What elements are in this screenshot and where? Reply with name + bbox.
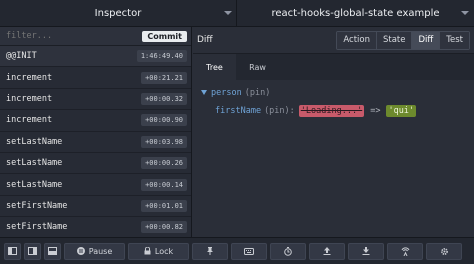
action-name: increment xyxy=(6,93,53,104)
chevron-down-icon xyxy=(461,11,469,15)
action-list-item[interactable]: setLastName +00:03.98 xyxy=(0,132,191,153)
pause-icon xyxy=(76,247,85,255)
action-time: +00:00.32 xyxy=(141,92,187,105)
expand-triangle-icon[interactable] xyxy=(201,90,207,95)
chevron-down-icon xyxy=(224,11,232,15)
monitor-tabs: Action State Diff Test xyxy=(336,30,470,50)
pin-button[interactable] xyxy=(192,242,228,260)
action-list-item[interactable]: @@INIT 1:46:49.40 xyxy=(0,46,191,68)
lock-label: Lock xyxy=(154,246,174,256)
monitor-title: Diff xyxy=(197,35,213,45)
monitor-panel: Diff Action State Diff Test Tree Raw per… xyxy=(193,27,474,237)
keyboard-icon xyxy=(244,247,254,255)
tree-node-person[interactable]: person (pin) xyxy=(201,86,466,99)
action-list-item[interactable]: increment +00:00.32 xyxy=(0,89,191,111)
export-button[interactable] xyxy=(348,242,384,260)
dock-right-button[interactable] xyxy=(24,242,41,260)
dock-bottom-icon xyxy=(48,247,57,255)
pin-link[interactable]: (pin) xyxy=(245,88,271,98)
dock-left-button[interactable] xyxy=(4,242,21,260)
action-name: increment xyxy=(6,115,53,126)
monitor-select[interactable]: Inspector xyxy=(0,0,237,27)
action-time: +00:00.82 xyxy=(141,221,187,234)
pause-button[interactable]: Pause xyxy=(64,242,125,260)
remote-icon xyxy=(401,246,409,256)
action-name: setLastName xyxy=(6,179,63,190)
action-time: +00:21.21 xyxy=(141,71,187,84)
upload-icon xyxy=(323,247,331,255)
tab-test[interactable]: Test xyxy=(439,31,469,49)
filter-row: Commit xyxy=(0,27,191,46)
new-value: 'qui' xyxy=(386,104,417,117)
action-list-panel: Commit @@INIT 1:46:49.40 increment +00:21.2… xyxy=(0,27,192,239)
remote-button[interactable] xyxy=(387,242,423,260)
timer-icon xyxy=(284,246,292,256)
action-name: increment xyxy=(6,72,53,83)
instance-select-label: react-hooks-global-state example xyxy=(271,8,440,19)
action-name: setFirstName xyxy=(6,200,68,211)
action-time: 1:46:49.40 xyxy=(136,50,187,63)
commit-button[interactable]: Commit xyxy=(142,30,187,42)
action-list-item[interactable]: increment +00:00.90 xyxy=(0,110,191,132)
tab-action[interactable]: Action xyxy=(337,31,376,49)
tab-diff[interactable]: Diff xyxy=(411,31,440,49)
old-value: 'Loading...' xyxy=(298,104,365,117)
action-list-item[interactable]: setLastName +00:00.26 xyxy=(0,153,191,175)
slider-button[interactable] xyxy=(270,242,306,260)
tab-raw[interactable]: Raw xyxy=(236,54,279,80)
monitor-header: Diff Action State Diff Test xyxy=(193,27,474,54)
action-list-item[interactable]: setFirstName +00:00.82 xyxy=(0,217,191,239)
action-list-item[interactable]: increment +00:21.21 xyxy=(0,67,191,89)
action-time: +00:03.98 xyxy=(141,135,187,148)
tab-state[interactable]: State xyxy=(375,31,412,49)
tree-node-firstname: firstName (pin): 'Loading...' => 'qui' xyxy=(201,103,466,118)
action-name: setLastName xyxy=(6,136,63,147)
view-tabs: Tree Raw xyxy=(193,54,474,80)
action-time: +00:00.26 xyxy=(141,157,187,170)
tree-key: firstName xyxy=(215,105,262,116)
settings-icon xyxy=(440,247,448,255)
lock-button[interactable]: Lock xyxy=(128,242,189,260)
pin-link[interactable]: (pin): xyxy=(264,106,295,116)
action-time: +00:00.14 xyxy=(141,178,187,191)
settings-button[interactable] xyxy=(426,242,462,260)
dock-bottom-button[interactable] xyxy=(44,242,61,260)
import-button[interactable] xyxy=(309,242,345,260)
dock-right-icon xyxy=(28,247,37,255)
action-time: +00:00.90 xyxy=(141,114,187,127)
monitor-select-label: Inspector xyxy=(94,8,142,19)
bottom-toolbar: Pause Lock xyxy=(0,237,474,264)
action-list-item[interactable]: setLastName +00:00.14 xyxy=(0,174,191,196)
lock-icon xyxy=(144,247,151,255)
action-name: setLastName xyxy=(6,158,63,169)
diff-tree: person (pin) firstName (pin): 'Loading..… xyxy=(193,80,474,124)
pin-icon xyxy=(207,247,213,255)
dock-left-icon xyxy=(8,247,17,255)
diff-arrow: => xyxy=(370,105,381,116)
tab-tree[interactable]: Tree xyxy=(193,54,236,80)
action-name: @@INIT xyxy=(6,51,37,62)
download-icon xyxy=(362,247,370,255)
action-list: @@INIT 1:46:49.40 increment +00:21.21 increm… xyxy=(0,46,191,239)
top-bar: Inspector react-hooks-global-state examp… xyxy=(0,0,474,27)
filter-input[interactable] xyxy=(6,31,143,41)
action-name: setFirstName xyxy=(6,222,68,233)
dispatcher-button[interactable] xyxy=(231,242,267,260)
pause-label: Pause xyxy=(88,246,113,256)
action-time: +00:01.01 xyxy=(141,199,187,212)
tree-key: person xyxy=(211,87,242,98)
action-list-item[interactable]: setFirstName +00:01.01 xyxy=(0,196,191,218)
instance-select[interactable]: react-hooks-global-state example xyxy=(237,0,474,27)
